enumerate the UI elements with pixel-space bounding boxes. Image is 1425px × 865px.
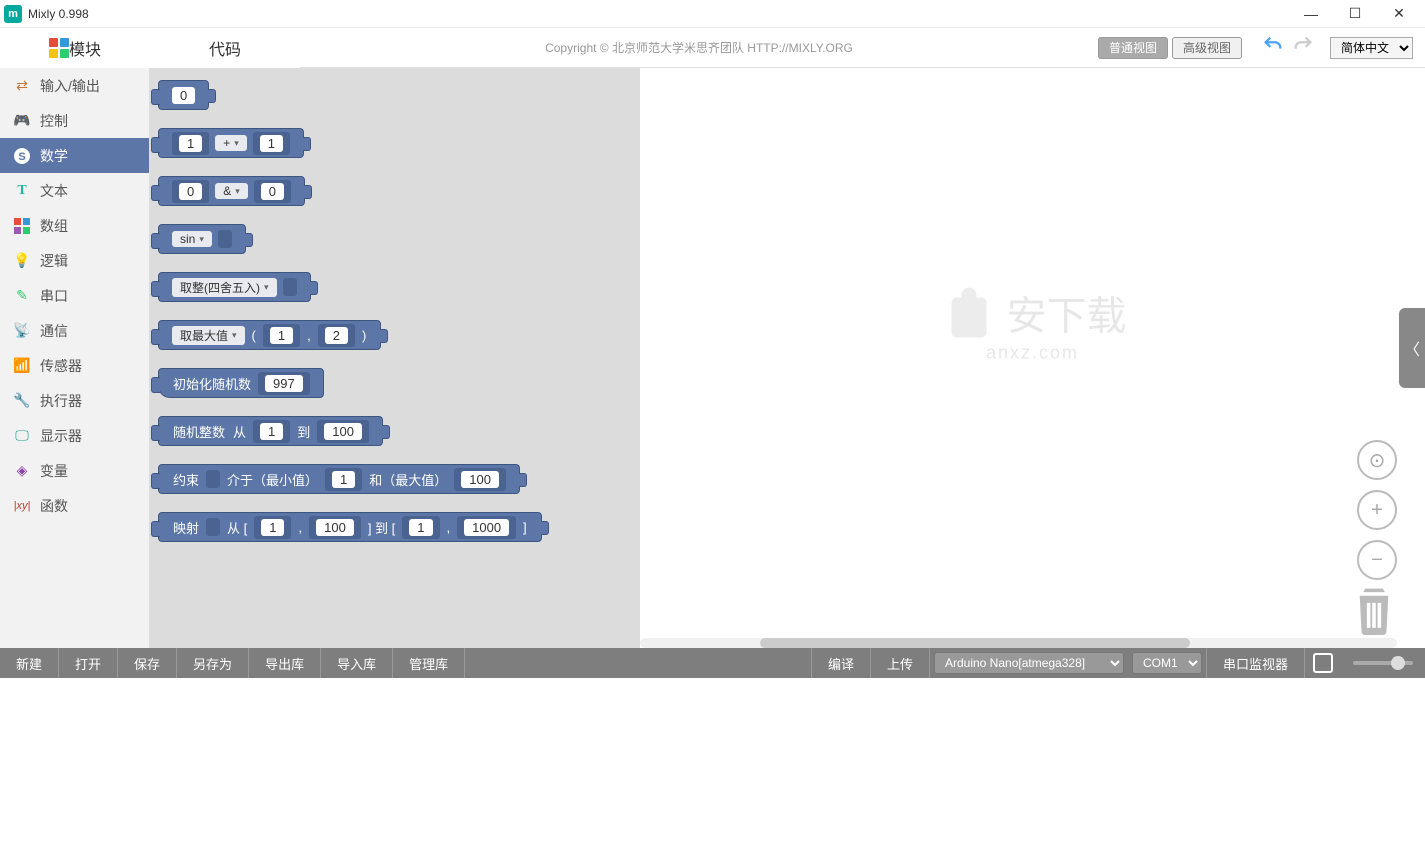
new-button[interactable]: 新建 <box>0 648 59 678</box>
undo-icon[interactable] <box>1262 34 1284 61</box>
window-title: Mixly 0.998 <box>28 7 1289 21</box>
maximize-button[interactable]: ☐ <box>1333 0 1377 28</box>
app-icon: m <box>4 5 22 23</box>
block-arithmetic[interactable]: 1 + 1 <box>158 128 304 158</box>
upload-button[interactable]: 上传 <box>871 648 930 678</box>
port-select[interactable]: COM1 <box>1132 652 1202 674</box>
block-bitop[interactable]: 0 & 0 <box>158 176 305 206</box>
function-icon: |xy| <box>12 496 32 516</box>
sidebar-item-math[interactable]: S 数学 <box>0 138 149 173</box>
advanced-view-button[interactable]: 高级视图 <box>1172 37 1242 59</box>
block-number[interactable]: 0 <box>158 80 209 110</box>
sidebar-item-control[interactable]: 🎮 控制 <box>0 103 149 138</box>
sidebar: ⇄ 输入/输出 🎮 控制 S 数学 T 文本 数组 💡 逻辑 ✎ <box>0 68 150 648</box>
block-round[interactable]: 取整(四舍五入) <box>158 272 311 302</box>
sidebar-item-text[interactable]: T 文本 <box>0 173 149 208</box>
console <box>0 678 1425 864</box>
header: 模块 代码 Copyright © 北京师范大学米思齐团队 HTTP://MIX… <box>0 28 1425 68</box>
zoom-controls: ⊙ + − <box>1357 440 1397 580</box>
save-button[interactable]: 保存 <box>118 648 177 678</box>
zoom-slider[interactable] <box>1353 661 1413 665</box>
trash-icon[interactable] <box>1351 585 1397 640</box>
sidebar-item-logic[interactable]: 💡 逻辑 <box>0 243 149 278</box>
sidebar-item-array[interactable]: 数组 <box>0 208 149 243</box>
monitor-icon: 🖵 <box>12 426 32 446</box>
block-constrain[interactable]: 约束 介于（最小值） 1 和（最大值） 100 <box>158 464 520 494</box>
tab-modules-label: 模块 <box>69 36 101 60</box>
sidebar-item-serial[interactable]: ✎ 串口 <box>0 278 149 313</box>
sidebar-item-sensor[interactable]: 📶 传感器 <box>0 348 149 383</box>
sidebar-item-comm[interactable]: 📡 通信 <box>0 313 149 348</box>
block-map[interactable]: 映射 从 [ 1 , 100 ] 到 [ 1 , 1000 ] <box>158 512 542 542</box>
puzzle-icon <box>49 38 69 58</box>
open-button[interactable]: 打开 <box>59 648 118 678</box>
block-maxmin[interactable]: 取最大值 ( 1 , 2 ) <box>158 320 381 350</box>
sidebar-item-variable[interactable]: ◈ 变量 <box>0 453 149 488</box>
copyright-text: Copyright © 北京师范大学米思齐团队 HTTP://MIXLY.ORG <box>300 39 1098 56</box>
sensor-icon: 📶 <box>12 356 32 376</box>
zoom-in-button[interactable]: + <box>1357 490 1397 530</box>
close-button[interactable]: ✕ <box>1377 0 1421 28</box>
manage-lib-button[interactable]: 管理库 <box>393 648 465 678</box>
actuator-icon: 🔧 <box>12 391 32 411</box>
compile-button[interactable]: 编译 <box>811 648 871 678</box>
block-random-int[interactable]: 随机整数 从 1 到 100 <box>158 416 383 446</box>
footer: 新建 打开 保存 另存为 导出库 导入库 管理库 编译 上传 Arduino N… <box>0 648 1425 678</box>
variable-icon: ◈ <box>12 461 32 481</box>
sidebar-item-function[interactable]: |xy| 函数 <box>0 488 149 523</box>
tab-code-label: 代码 <box>209 36 241 60</box>
center-button[interactable]: ⊙ <box>1357 440 1397 480</box>
side-handle[interactable]: 〈 <box>1399 308 1425 388</box>
serial-monitor-button[interactable]: 串口监视器 <box>1206 648 1305 678</box>
minimize-button[interactable]: — <box>1289 0 1333 28</box>
tab-modules[interactable]: 模块 <box>0 28 150 68</box>
zoom-out-button[interactable]: − <box>1357 540 1397 580</box>
chip-icon <box>1313 653 1333 673</box>
array-icon <box>12 216 32 236</box>
language-select[interactable]: 简体中文 <box>1330 37 1413 59</box>
workspace[interactable]: 安下载 anxz.com <box>640 68 1425 648</box>
tab-code[interactable]: 代码 <box>150 28 300 68</box>
text-icon: T <box>12 181 32 201</box>
sidebar-item-actuator[interactable]: 🔧 执行器 <box>0 383 149 418</box>
sidebar-item-display[interactable]: 🖵 显示器 <box>0 418 149 453</box>
comm-icon: 📡 <box>12 321 32 341</box>
math-icon: S <box>12 146 32 166</box>
gamepad-icon: 🎮 <box>12 111 32 131</box>
board-select[interactable]: Arduino Nano[atmega328] <box>934 652 1124 674</box>
saveas-button[interactable]: 另存为 <box>177 648 249 678</box>
import-lib-button[interactable]: 导入库 <box>321 648 393 678</box>
blocks-flyout: 0 1 + 1 0 & 0 sin 取整(四舍五入) 取最大值 ( 1 , 2 … <box>150 68 640 648</box>
watermark: 安下载 anxz.com <box>939 283 1127 364</box>
pen-icon: ✎ <box>12 286 32 306</box>
title-bar: m Mixly 0.998 — ☐ ✕ <box>0 0 1425 28</box>
redo-icon[interactable] <box>1292 34 1314 61</box>
block-random-seed[interactable]: 初始化随机数 997 <box>158 368 324 398</box>
horizontal-scrollbar[interactable] <box>640 638 1397 648</box>
export-lib-button[interactable]: 导出库 <box>249 648 321 678</box>
io-icon: ⇄ <box>12 76 32 96</box>
sidebar-item-io[interactable]: ⇄ 输入/输出 <box>0 68 149 103</box>
svg-text:S: S <box>18 151 25 163</box>
main-area: ⇄ 输入/输出 🎮 控制 S 数学 T 文本 数组 💡 逻辑 ✎ <box>0 68 1425 648</box>
bulb-icon: 💡 <box>12 251 32 271</box>
block-trig[interactable]: sin <box>158 224 246 254</box>
normal-view-button[interactable]: 普通视图 <box>1098 37 1168 59</box>
